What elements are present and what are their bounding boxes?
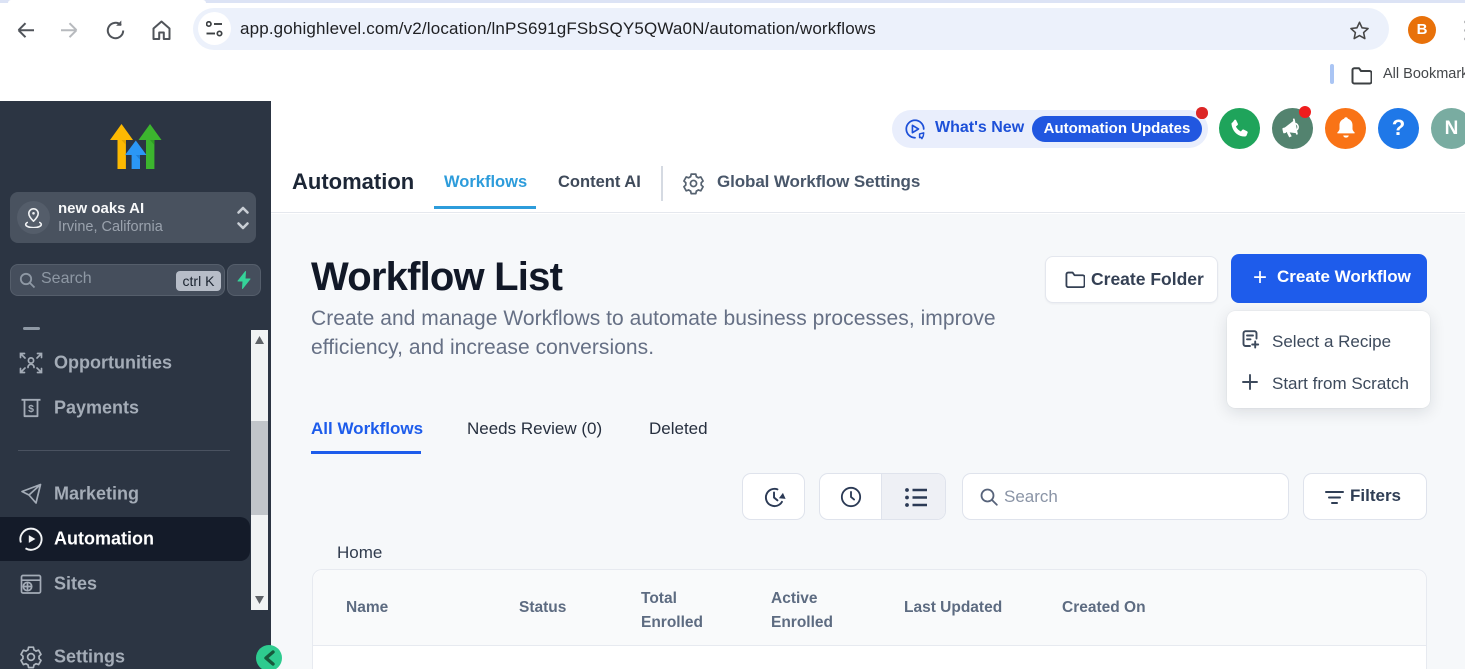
svg-text:$: $ xyxy=(28,403,34,415)
